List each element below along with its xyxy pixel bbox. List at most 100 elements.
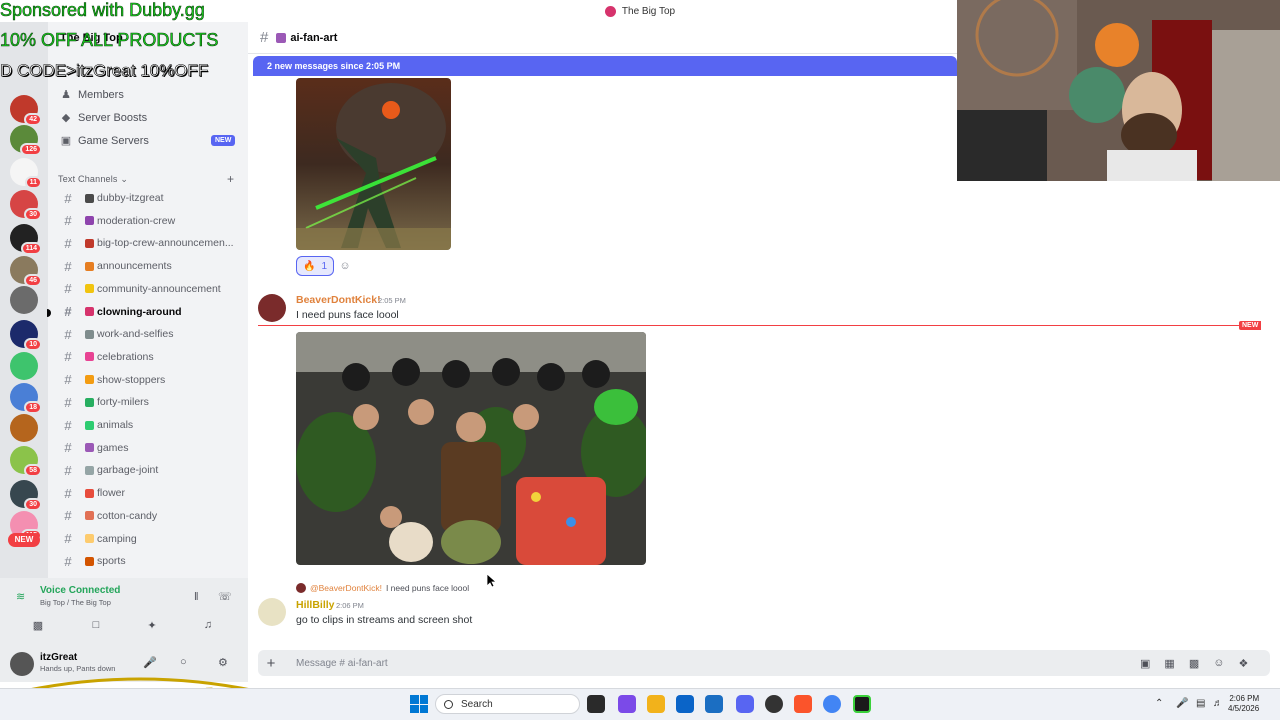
channel-hash-icon: # xyxy=(64,190,72,206)
server-icon-7[interactable] xyxy=(10,286,38,314)
server-icon-13[interactable]: 30 xyxy=(10,480,42,511)
server-icon-3[interactable]: 11 xyxy=(10,158,42,189)
soundboard-button[interactable]: ♫ xyxy=(190,615,226,635)
new-messages-banner[interactable]: 2 new messages since 2:05 PM xyxy=(253,56,957,76)
channel-label: camping xyxy=(97,532,137,545)
server-icon-10[interactable]: 18 xyxy=(10,383,42,414)
emoji-icon[interactable]: ☺ xyxy=(1213,657,1224,670)
sticker-icon[interactable]: ▩ xyxy=(1189,657,1199,670)
screen-share-button[interactable]: □ xyxy=(78,615,114,635)
voice-status[interactable]: Voice Connected xyxy=(40,585,120,596)
channel-item[interactable]: # community-announcement xyxy=(56,279,240,299)
taskbar-app-store[interactable] xyxy=(676,695,694,713)
server-icon-8[interactable]: 10 xyxy=(10,320,42,351)
taskbar-app-copilot[interactable] xyxy=(618,695,636,713)
channel-label: flower xyxy=(97,487,126,500)
new-unreads-pill[interactable]: NEW xyxy=(8,533,40,547)
channel-item[interactable]: # celebrations xyxy=(56,347,240,367)
apps-icon[interactable]: ❖ xyxy=(1238,657,1248,670)
tray-network-icon[interactable]: ▤ xyxy=(1196,698,1205,709)
channel-item[interactable]: # clowning-around xyxy=(56,302,240,322)
message-author[interactable]: BeaverDontKick! xyxy=(296,294,381,306)
channel-item[interactable]: # camping xyxy=(56,529,240,549)
channel-item[interactable]: # flower xyxy=(56,483,240,503)
server-icon-2[interactable]: 126 xyxy=(10,125,42,156)
server-icon-12[interactable]: 58 xyxy=(10,446,42,477)
clock-date: 4/5/2026 xyxy=(1228,704,1260,713)
channel-item[interactable]: # garbage-joint xyxy=(56,460,240,480)
reply-text: I need puns face loool xyxy=(385,583,470,593)
channel-item[interactable]: # animals xyxy=(56,415,240,435)
overlay-offer-text: 10% OFF ALL PRODUCTS xyxy=(0,30,219,51)
server-icon-1[interactable]: 42 xyxy=(10,95,42,126)
channel-item[interactable]: # moderation-crew xyxy=(56,211,240,231)
channel-item[interactable]: # games xyxy=(56,438,240,458)
attachment-image-group-photo[interactable] xyxy=(296,332,646,565)
taskbar-search[interactable]: Search xyxy=(435,694,580,714)
channel-hash-icon: # xyxy=(64,394,72,410)
taskbar-app-obs[interactable] xyxy=(765,695,783,713)
category-text-channels[interactable]: Text Channels ⌄ xyxy=(58,174,128,185)
channel-item[interactable]: # cotton-candy xyxy=(56,506,240,526)
reaction-fire[interactable]: 🔥 1 xyxy=(296,256,335,276)
clock-time: 2:06 PM xyxy=(1229,694,1260,703)
taskbar-app-chrome[interactable] xyxy=(823,695,841,713)
reply-avatar xyxy=(296,583,306,593)
reply-mention[interactable]: @BeaverDontKick! xyxy=(310,583,382,593)
channel-item[interactable]: # forty-milers xyxy=(56,392,240,412)
activities-button[interactable]: ✦ xyxy=(134,615,170,635)
fire-emoji-icon: 🔥 xyxy=(303,260,316,272)
noise-suppression-icon[interactable]: ‖ xyxy=(194,591,199,603)
server-icon-4[interactable]: 30 xyxy=(10,190,42,221)
server-icon-9[interactable] xyxy=(10,352,38,380)
server-icon-5[interactable]: 114 xyxy=(10,224,42,255)
taskbar-app-taskview[interactable] xyxy=(587,695,605,713)
composer-tools: ▣ ▦ ▩ ☺ ❖ xyxy=(1140,657,1248,670)
tray-chevron-icon[interactable]: ⌃ xyxy=(1155,698,1163,709)
channel-emoji-icon xyxy=(276,32,287,43)
soundboard-icon: ♫ xyxy=(203,619,213,631)
taskbar-app-brave[interactable] xyxy=(794,695,812,713)
message-author[interactable]: HillBilly xyxy=(296,599,335,611)
attachment-image-ai-art-soldier[interactable] xyxy=(296,78,451,250)
channel-item[interactable]: # big-top-crew-announcemen... xyxy=(56,233,240,253)
taskbar-app-outlook[interactable] xyxy=(705,695,723,713)
voice-location[interactable]: Big Top / The Big Top xyxy=(40,598,111,607)
gift-icon[interactable]: ▣ xyxy=(1140,657,1150,670)
gif-icon[interactable]: ▦ xyxy=(1164,657,1174,670)
channel-hash-icon: # xyxy=(64,349,72,365)
window-title: The Big Top xyxy=(621,5,676,17)
activities-icon: ✦ xyxy=(147,619,157,632)
avatar-hillbilly[interactable] xyxy=(258,598,286,626)
tray-volume-icon[interactable]: ♬ xyxy=(1213,698,1223,709)
server-icon-11[interactable] xyxy=(10,414,38,442)
tray-mic-icon[interactable]: 🎤 xyxy=(1176,698,1188,709)
taskbar-app-discord[interactable] xyxy=(736,695,754,713)
add-channel-icon[interactable]: + xyxy=(227,172,234,186)
server-icon-6[interactable]: 46 xyxy=(10,256,42,287)
gamepad-icon: ▣ xyxy=(60,135,72,147)
new-messages-divider xyxy=(258,325,1258,326)
channel-hash-icon: # xyxy=(64,417,72,433)
taskbar-app-terminal[interactable] xyxy=(853,695,871,713)
avatar-beaverdontkick[interactable] xyxy=(258,294,286,322)
channel-item[interactable]: # show-stoppers xyxy=(56,370,240,390)
channel-item[interactable]: # work-and-selfies xyxy=(56,324,240,344)
taskbar-clock[interactable]: 2:06 PM 4/5/2026 xyxy=(1228,694,1259,714)
nav-game-servers[interactable]: ▣ Game Servers xyxy=(60,135,149,147)
add-reaction-icon[interactable]: ☺ xyxy=(337,258,353,274)
channel-item[interactable]: # announcements xyxy=(56,256,240,276)
nav-members[interactable]: ♟ Members xyxy=(60,89,124,101)
composer-placeholder[interactable]: Message # ai-fan-art xyxy=(296,658,388,669)
disconnect-icon[interactable]: ☏ xyxy=(218,590,232,603)
channel-label: games xyxy=(97,441,129,454)
message-composer[interactable]: + Message # ai-fan-art xyxy=(258,650,1270,676)
channel-item[interactable]: # dubby-itzgreat xyxy=(56,188,240,208)
reply-reference[interactable]: @BeaverDontKick! I need puns face loool xyxy=(296,583,469,593)
channel-item[interactable]: # sports xyxy=(56,551,240,571)
username[interactable]: itzGreat xyxy=(40,652,77,663)
windows-start-icon[interactable] xyxy=(410,695,428,713)
camera-off-button[interactable]: ▩ xyxy=(20,615,56,635)
taskbar-app-file-explorer[interactable] xyxy=(647,695,665,713)
nav-server-boosts[interactable]: ◆ Server Boosts xyxy=(60,112,147,124)
